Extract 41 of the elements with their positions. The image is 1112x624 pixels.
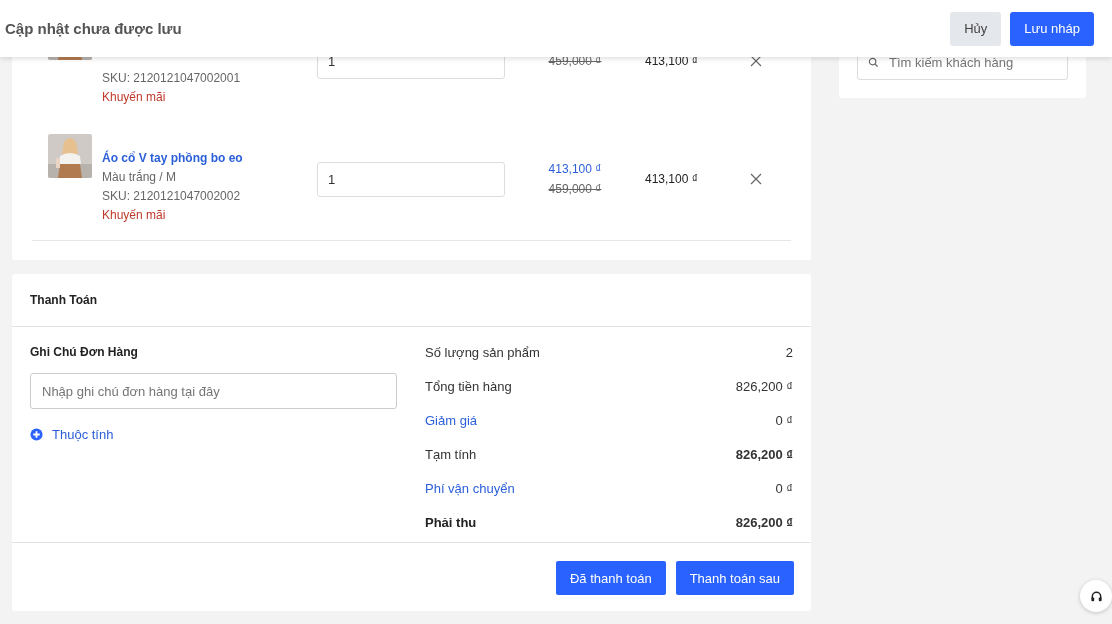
paid-button[interactable]: Đã thanh toán xyxy=(555,561,666,595)
note-label: Ghi Chú Đơn Hàng xyxy=(30,345,139,359)
close-icon[interactable] xyxy=(750,173,762,185)
quantity-field[interactable]: 1 xyxy=(317,57,505,79)
quantity-field[interactable]: 1 xyxy=(317,161,505,197)
search-icon xyxy=(868,57,879,68)
summary-value: 2 xyxy=(785,345,793,360)
original-price: 459,000 ₫ xyxy=(548,182,602,196)
section-title: Thanh Toán xyxy=(30,293,98,307)
line-total: 413,100 ₫ xyxy=(645,172,699,186)
promotion-link[interactable]: Khuyến mãi xyxy=(102,208,317,222)
summary-label[interactable]: Phí vận chuyển xyxy=(425,481,515,496)
search-field[interactable]: Tìm kiếm khách hàng xyxy=(857,57,1068,80)
original-price: 459,000 ₫ xyxy=(548,57,602,68)
headset-icon xyxy=(1089,589,1103,603)
summary-label[interactable]: Giảm giá xyxy=(425,413,478,428)
support-button[interactable] xyxy=(1080,580,1112,612)
save-draft-button[interactable]: Lưu nháp xyxy=(1010,11,1094,46)
note-field[interactable]: Nhập ghi chú đơn hàng tại đây xyxy=(30,373,397,409)
attribute-link[interactable]: Thuộc tính xyxy=(52,427,114,442)
line-total: 413,100 ₫ xyxy=(645,57,699,68)
product-name-link[interactable]: Áo cổ V tay phồng bo eo xyxy=(102,151,317,165)
summary-value: 0 ₫ xyxy=(775,481,793,496)
summary-label: Phải thu xyxy=(425,515,477,530)
summary-label: Số lượng sản phẩm xyxy=(425,345,540,360)
pay-later-button[interactable]: Thanh toán sau xyxy=(675,561,794,595)
product-sku: SKU: 2120121047002002 xyxy=(102,189,242,203)
close-icon[interactable] xyxy=(750,57,762,67)
summary-value: 826,200 ₫ xyxy=(735,379,793,394)
cancel-button[interactable]: Hủy xyxy=(950,11,1002,46)
summary-value: 0 ₫ xyxy=(775,413,793,428)
page-title: Cập nhật chưa được lưu xyxy=(5,20,182,37)
product-sku: SKU: 2120121047002001 xyxy=(102,71,242,85)
promotion-link[interactable]: Khuyến mãi xyxy=(102,90,317,104)
add-icon[interactable] xyxy=(30,428,43,441)
sale-price: 413,100 ₫ xyxy=(548,162,602,176)
summary-value: 826,200 ₫ xyxy=(735,447,793,462)
summary-label: Tạm tính xyxy=(425,447,477,462)
product-variant: Màu trắng / M xyxy=(102,170,178,184)
summary-label: Tổng tiền hàng xyxy=(425,379,512,394)
summary-value: 826,200 ₫ xyxy=(735,515,793,530)
